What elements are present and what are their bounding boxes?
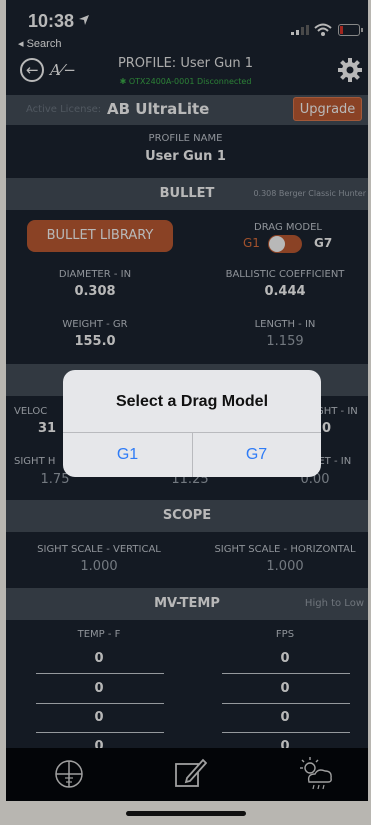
home-indicator[interactable] [126,811,246,816]
alert-g1-button[interactable]: G1 [63,433,192,477]
alert-g7-button[interactable]: G7 [192,433,321,477]
drag-model-alert: Select a Drag Model G1 G7 [63,370,321,477]
alert-title: Select a Drag Model [115,393,269,410]
frame-border-left [0,0,6,825]
home-area [0,801,371,825]
app-screen: 10:38 ◂ Search ← A⁄− PROFILE: User Gun 1… [0,0,371,825]
